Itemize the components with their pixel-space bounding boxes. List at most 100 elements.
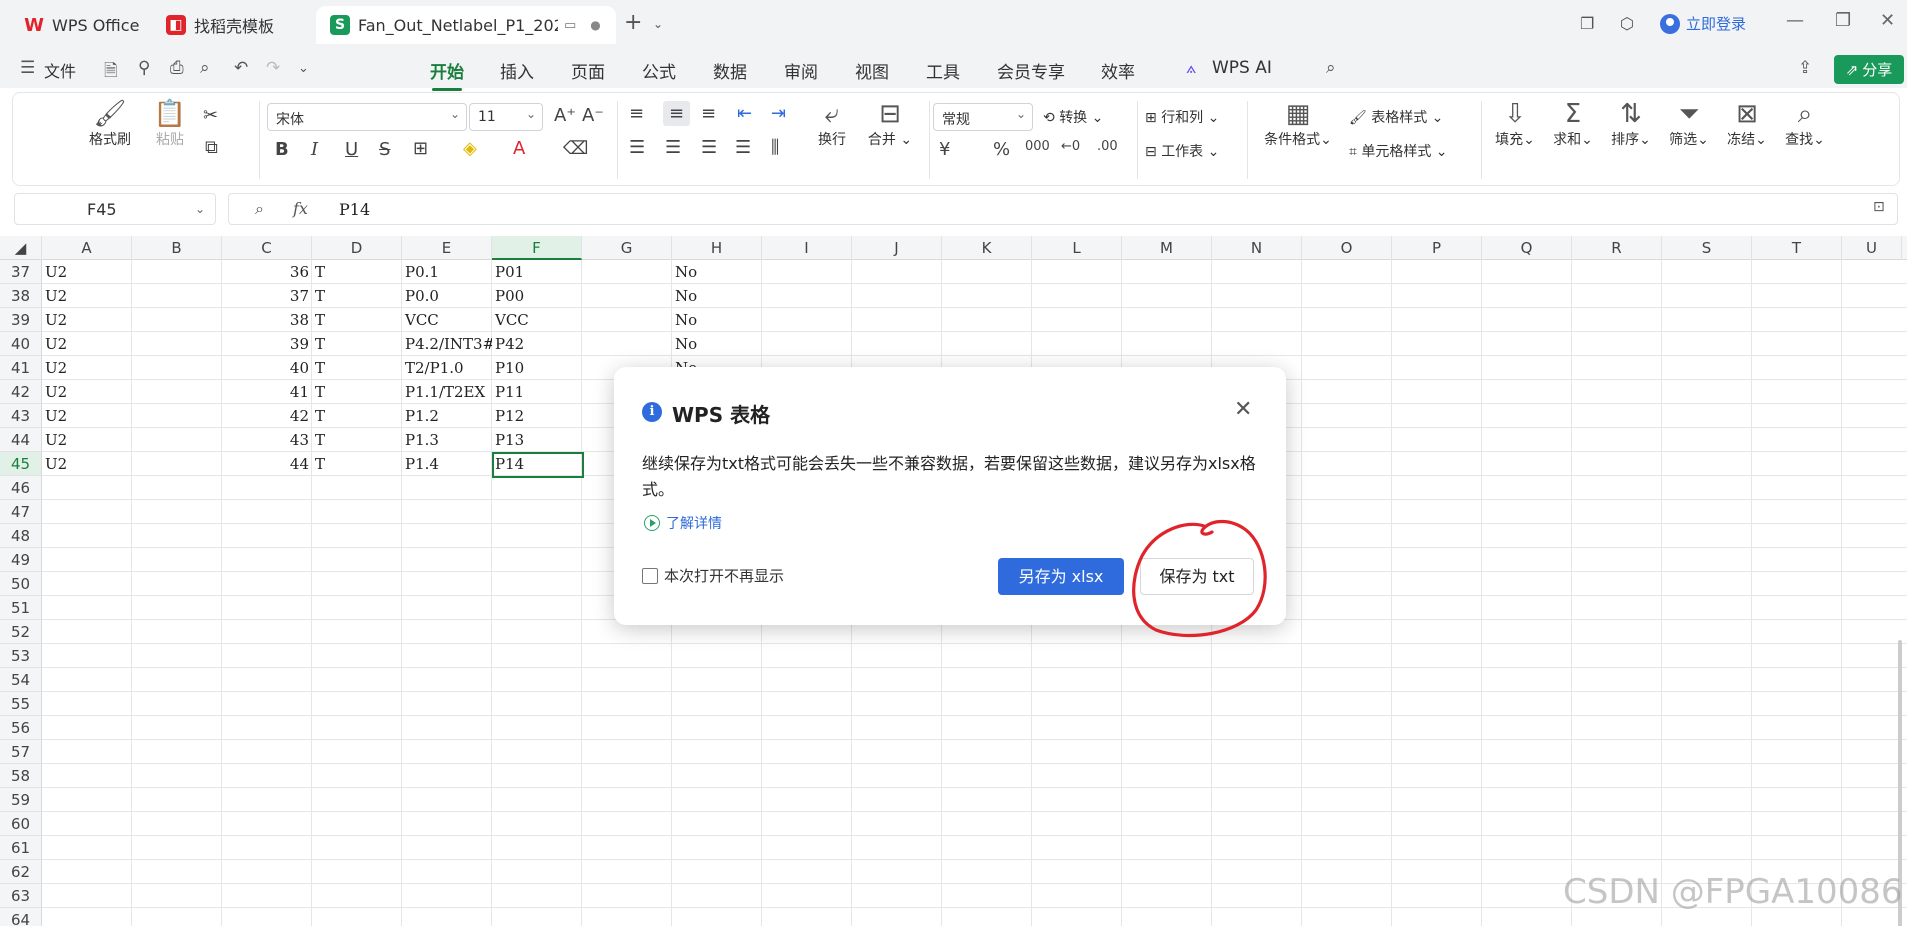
- print-icon[interactable]: ⎙: [170, 58, 184, 78]
- cell-h37[interactable]: No: [672, 260, 762, 284]
- font-size-select[interactable]: 11 ⌄: [469, 103, 543, 131]
- cell-a40[interactable]: U2: [42, 332, 132, 356]
- column-header-l[interactable]: L: [1032, 236, 1122, 260]
- cell-e43[interactable]: P1.2: [402, 404, 492, 428]
- tab-docer[interactable]: ◧ 找稻壳模板: [152, 6, 310, 44]
- restore-icon[interactable]: ❐: [1835, 10, 1851, 31]
- cell-h38[interactable]: No: [672, 284, 762, 308]
- align-center-icon[interactable]: ☰: [665, 137, 681, 158]
- font-color-icon[interactable]: A: [513, 138, 525, 159]
- formula-bar[interactable]: ⌕ fx P14 ⊡: [228, 193, 1898, 225]
- decrease-decimal-icon[interactable]: .00: [1097, 139, 1118, 154]
- cell-e38[interactable]: P0.0: [402, 284, 492, 308]
- cell-a45[interactable]: U2: [42, 452, 132, 476]
- cell-d39[interactable]: T: [312, 308, 402, 332]
- tab-efficiency[interactable]: 效率: [1101, 58, 1135, 83]
- cell-e45[interactable]: P1.4: [402, 452, 492, 476]
- window-icon[interactable]: ❐: [1580, 14, 1594, 33]
- cell-e37[interactable]: P0.1: [402, 260, 492, 284]
- bold-icon[interactable]: B: [275, 139, 289, 160]
- row-header-54[interactable]: 54: [0, 668, 42, 692]
- number-format-select[interactable]: 常规 ⌄: [933, 103, 1033, 131]
- save-icon[interactable]: 🗎: [104, 58, 118, 87]
- cell-a38[interactable]: U2: [42, 284, 132, 308]
- currency-icon[interactable]: ¥: [939, 139, 950, 160]
- decrease-font-icon[interactable]: A⁻: [582, 105, 604, 126]
- row-header-53[interactable]: 53: [0, 644, 42, 668]
- fx-icon[interactable]: fx: [293, 199, 308, 218]
- cloud-upload-icon[interactable]: ⇪: [1798, 58, 1812, 78]
- save-as-txt-button[interactable]: 保存为 txt: [1140, 558, 1254, 595]
- percent-icon[interactable]: %: [993, 139, 1010, 160]
- increase-font-icon[interactable]: A⁺: [554, 105, 576, 126]
- dont-show-checkbox[interactable]: 本次打开不再显示: [642, 565, 784, 586]
- select-all-corner[interactable]: ◢: [0, 236, 42, 260]
- zoom-formula-icon[interactable]: ⌕: [255, 199, 264, 219]
- tab-data[interactable]: 数据: [713, 58, 747, 83]
- column-header-f[interactable]: F: [492, 236, 582, 260]
- cell-e41[interactable]: T2/P1.0: [402, 356, 492, 380]
- row-header-43[interactable]: 43: [0, 404, 42, 428]
- cell-a39[interactable]: U2: [42, 308, 132, 332]
- cell-f39[interactable]: VCC: [492, 308, 582, 332]
- row-header-37[interactable]: 37: [0, 260, 42, 284]
- tab-formula[interactable]: 公式: [642, 58, 676, 83]
- share-doc-icon[interactable]: ⚲: [138, 58, 150, 78]
- copy-icon[interactable]: ⧉: [205, 137, 218, 158]
- menu-file[interactable]: 文件: [44, 58, 76, 82]
- expand-formula-icon[interactable]: ⊡: [1873, 199, 1885, 215]
- sort-button[interactable]: ⇅ 排序⌄: [1609, 99, 1653, 149]
- fill-color-icon[interactable]: ◈: [463, 138, 477, 159]
- cell-a41[interactable]: U2: [42, 356, 132, 380]
- row-header-42[interactable]: 42: [0, 380, 42, 404]
- clear-format-icon[interactable]: ⌫: [563, 138, 588, 159]
- align-top-icon[interactable]: ≡: [629, 103, 644, 124]
- cell-d37[interactable]: T: [312, 260, 402, 284]
- row-header-45[interactable]: 45: [0, 452, 42, 476]
- cell-c37[interactable]: 36: [222, 260, 312, 284]
- close-icon[interactable]: ✕: [1234, 397, 1252, 422]
- cell-d43[interactable]: T: [312, 404, 402, 428]
- column-header-a[interactable]: A: [42, 236, 132, 260]
- column-header-u[interactable]: U: [1842, 236, 1902, 260]
- increase-decimal-icon[interactable]: ←0: [1061, 139, 1080, 154]
- more-chevron-icon[interactable]: ⌄: [298, 61, 309, 76]
- column-header-g[interactable]: G: [582, 236, 672, 260]
- cell-f44[interactable]: P13: [492, 428, 582, 452]
- cell-e44[interactable]: P1.3: [402, 428, 492, 452]
- cell-e39[interactable]: VCC: [402, 308, 492, 332]
- font-name-select[interactable]: 宋体 ⌄: [267, 103, 467, 131]
- redo-icon[interactable]: ↷: [266, 58, 280, 78]
- row-header-38[interactable]: 38: [0, 284, 42, 308]
- vertical-scrollbar[interactable]: [1898, 260, 1904, 926]
- cell-d45[interactable]: T: [312, 452, 402, 476]
- column-header-t[interactable]: T: [1752, 236, 1842, 260]
- cell-d44[interactable]: T: [312, 428, 402, 452]
- rows-cols-button[interactable]: ⊞ 行和列 ⌄: [1145, 107, 1219, 127]
- chevron-down-icon[interactable]: ⌄: [653, 17, 663, 31]
- column-header-s[interactable]: S: [1662, 236, 1752, 260]
- login-button[interactable]: 立即登录: [1660, 13, 1746, 34]
- new-tab-icon[interactable]: +: [624, 10, 642, 35]
- justify-icon[interactable]: ☰: [735, 137, 751, 158]
- cell-style-button[interactable]: ⌗ 单元格样式 ⌄: [1349, 141, 1448, 161]
- row-header-47[interactable]: 47: [0, 500, 42, 524]
- cell-c40[interactable]: 39: [222, 332, 312, 356]
- decrease-indent-icon[interactable]: ⇤: [737, 103, 752, 124]
- table-style-button[interactable]: 🖌 表格样式 ⌄: [1349, 107, 1443, 127]
- wrap-button[interactable]: ⤶ 换行: [809, 99, 855, 149]
- cell-c44[interactable]: 43: [222, 428, 312, 452]
- unsaved-dot-icon[interactable]: ●: [590, 18, 600, 32]
- filter-button[interactable]: ⏷ 筛选⌄: [1667, 99, 1711, 149]
- row-header-51[interactable]: 51: [0, 596, 42, 620]
- column-header-i[interactable]: I: [762, 236, 852, 260]
- align-right-icon[interactable]: ☰: [701, 137, 717, 158]
- sum-button[interactable]: Σ 求和⌄: [1551, 99, 1595, 149]
- thousands-icon[interactable]: 000: [1025, 139, 1050, 154]
- tab-page[interactable]: 页面: [571, 58, 605, 83]
- hamburger-icon[interactable]: ☰: [20, 58, 35, 78]
- cell-a37[interactable]: U2: [42, 260, 132, 284]
- row-header-59[interactable]: 59: [0, 788, 42, 812]
- row-header-49[interactable]: 49: [0, 548, 42, 572]
- close-window-icon[interactable]: ✕: [1880, 10, 1895, 31]
